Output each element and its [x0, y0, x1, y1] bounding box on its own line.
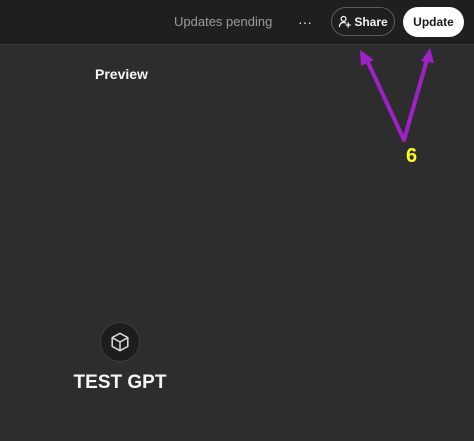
ellipsis-icon: ···	[298, 14, 312, 30]
share-label: Share	[354, 14, 388, 29]
annotation-arrow-share	[364, 56, 406, 142]
gpt-name: TEST GPT	[73, 372, 167, 393]
annotation-arrow-update	[402, 54, 430, 142]
updates-pending-status: Updates pending	[174, 14, 273, 29]
top-bar: Updates pending ··· Share Update	[0, 0, 474, 45]
person-share-icon	[339, 15, 352, 28]
arrowhead-share-icon	[360, 50, 374, 66]
preview-title: Preview	[95, 66, 148, 82]
update-button[interactable]: Update	[403, 7, 464, 37]
share-button[interactable]: Share	[331, 7, 395, 36]
more-options-button[interactable]: ···	[290, 8, 320, 36]
update-label: Update	[413, 15, 454, 29]
cube-icon	[111, 332, 129, 352]
step-number-label: 6	[406, 145, 418, 167]
arrowhead-update-icon	[421, 48, 434, 63]
gpt-avatar	[100, 322, 140, 362]
